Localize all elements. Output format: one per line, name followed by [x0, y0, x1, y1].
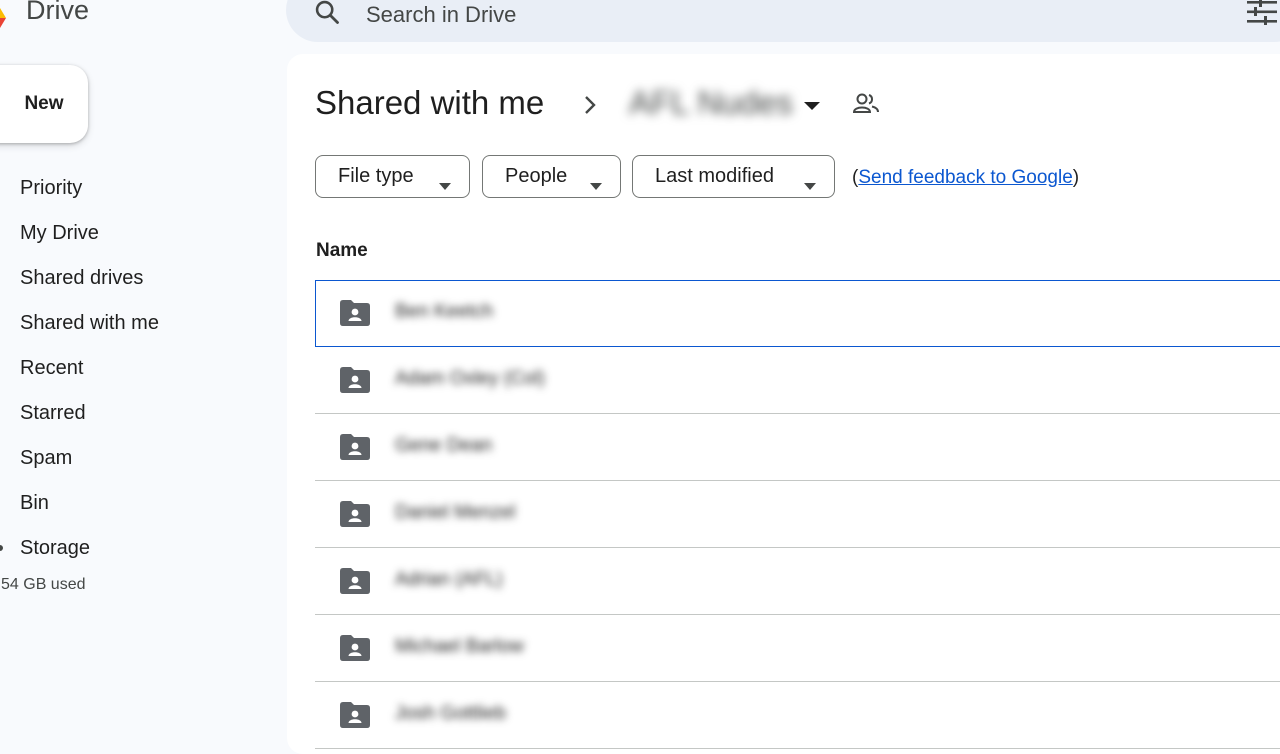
shared-folder-icon: [340, 434, 370, 465]
sidebar-item-shared-with-me[interactable]: Shared with me: [0, 301, 280, 346]
shared-folder-icon: [340, 501, 370, 532]
caret-down-icon: [590, 173, 602, 196]
row-name: Adam Oxley (Col): [395, 368, 545, 389]
shared-folder-icon: [340, 568, 370, 599]
feedback-paren-close: ): [1072, 167, 1080, 188]
search-input[interactable]: Search in Drive: [366, 2, 516, 28]
drive-logo[interactable]: Drive: [0, 0, 89, 30]
last-modified-filter-label: Last modified: [655, 165, 774, 187]
last-modified-filter[interactable]: Last modified: [632, 155, 835, 198]
main-panel: Shared with me AFL Nudes File type Peopl…: [287, 54, 1280, 754]
table-row[interactable]: Daniel Menzel: [315, 481, 1280, 548]
sidebar-item-spam[interactable]: Spam: [0, 436, 280, 481]
file-type-filter[interactable]: File type: [315, 155, 470, 198]
people-icon[interactable]: [852, 92, 879, 119]
sidebar-item-my-drive[interactable]: My Drive: [0, 211, 280, 256]
search-options-icon[interactable]: [1247, 0, 1277, 30]
shared-folder-icon: [340, 702, 370, 733]
sidebar-nav: Priority My Drive Shared drives Shared w…: [0, 166, 280, 571]
breadcrumb-root[interactable]: Shared with me: [315, 84, 544, 122]
drive-logo-icon: [0, 8, 6, 28]
people-filter[interactable]: People: [482, 155, 621, 198]
row-name: Daniel Menzel: [395, 502, 516, 523]
caret-down-icon[interactable]: [804, 98, 820, 116]
feedback-text: (Send feedback to Google): [852, 167, 1079, 189]
row-name: Michael Barlow: [395, 636, 524, 657]
shared-folder-icon: [340, 367, 370, 398]
shared-folder-icon: [340, 635, 370, 666]
sidebar-item-recent[interactable]: Recent: [0, 346, 280, 391]
search-icon[interactable]: [313, 0, 341, 31]
breadcrumb-current-folder[interactable]: AFL Nudes: [629, 84, 793, 122]
table-row[interactable]: Adrian (AFL): [315, 548, 1280, 615]
sidebar-item-bin[interactable]: Bin: [0, 481, 280, 526]
table-row[interactable]: Josh Gottlieb: [315, 682, 1280, 749]
search-bar[interactable]: Search in Drive: [286, 0, 1280, 42]
sidebar-item-shared-drives[interactable]: Shared drives: [0, 256, 280, 301]
row-name: Adrian (AFL): [395, 569, 503, 590]
storage-used-text: 54 GB used: [1, 576, 86, 593]
sidebar-item-storage[interactable]: Storage: [0, 526, 280, 571]
file-type-filter-label: File type: [338, 165, 414, 187]
table-row[interactable]: Michael Barlow: [315, 615, 1280, 682]
column-header-name[interactable]: Name: [316, 240, 368, 262]
row-name: Josh Gottlieb: [395, 703, 506, 724]
table-row[interactable]: Ben Keetch: [315, 280, 1280, 347]
send-feedback-link[interactable]: Send feedback to Google: [858, 167, 1072, 188]
new-button[interactable]: New: [0, 65, 88, 143]
chevron-right-icon: [583, 95, 597, 120]
file-list: Ben Keetch Adam Oxley (Col) Gene Dean Da…: [315, 280, 1280, 749]
sidebar-item-starred[interactable]: Starred: [0, 391, 280, 436]
table-row[interactable]: Gene Dean: [315, 414, 1280, 481]
people-filter-label: People: [505, 165, 568, 187]
app-name: Drive: [26, 0, 90, 25]
shared-folder-icon: [340, 300, 370, 331]
caret-down-icon: [804, 173, 816, 196]
row-name: Gene Dean: [395, 435, 493, 456]
table-row[interactable]: Adam Oxley (Col): [315, 347, 1280, 414]
caret-down-icon: [439, 173, 451, 196]
row-name: Ben Keetch: [395, 301, 494, 322]
sidebar-item-priority[interactable]: Priority: [0, 166, 280, 211]
